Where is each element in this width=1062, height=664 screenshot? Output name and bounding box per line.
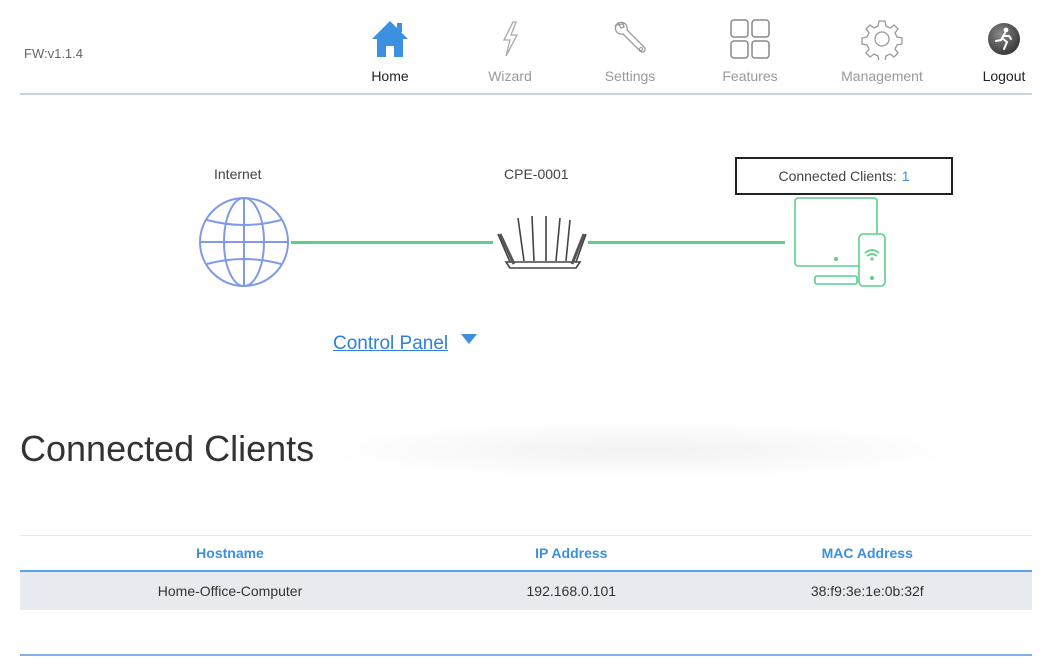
table-row[interactable]: Home-Office-Computer 192.168.0.101 38:f9… <box>20 571 1032 610</box>
nav-home-label: Home <box>371 68 409 84</box>
wrench-icon <box>614 21 646 53</box>
internet-label: Internet <box>214 166 262 182</box>
nav-management[interactable]: Management <box>832 14 932 84</box>
cell-mac-address: 38:f9:3e:1e:0b:32f <box>702 571 1032 610</box>
nav-settings-label: Settings <box>604 68 656 84</box>
nav-logout[interactable]: Logout <box>954 14 1054 84</box>
cell-ip-address: 192.168.0.101 <box>440 571 703 610</box>
cell-hostname: Home-Office-Computer <box>20 571 441 610</box>
device-label: CPE-0001 <box>504 166 569 182</box>
main-nav: Home Wizard Settings Features Management… <box>0 14 1062 94</box>
internet-link-line <box>291 241 493 244</box>
nav-features[interactable]: Features <box>700 14 800 84</box>
nav-wizard-label: Wizard <box>488 68 532 84</box>
nav-features-label: Features <box>722 68 778 84</box>
clients-devices-icon[interactable] <box>793 196 889 290</box>
nav-settings[interactable]: Settings <box>580 14 680 84</box>
lightning-icon <box>502 21 519 57</box>
section-title: Connected Clients <box>20 428 315 469</box>
globe-icon[interactable] <box>198 196 292 288</box>
table-header-row: Hostname IP Address MAC Address <box>20 535 1032 572</box>
nav-home[interactable]: Home <box>340 14 440 84</box>
gear-icon <box>861 20 903 60</box>
nav-management-label: Management <box>841 68 923 84</box>
nav-divider <box>20 93 1032 95</box>
router-icon[interactable] <box>496 212 588 272</box>
grid-icon <box>730 19 770 59</box>
clients-table: Hostname IP Address MAC Address Home-Off… <box>20 535 1032 610</box>
control-panel-link[interactable]: Control Panel <box>333 333 448 355</box>
col-hostname[interactable]: Hostname <box>20 535 441 572</box>
nav-wizard[interactable]: Wizard <box>460 14 560 84</box>
home-icon <box>372 21 408 57</box>
col-mac-address[interactable]: MAC Address <box>702 535 1032 572</box>
connected-clients-count[interactable]: 1 <box>902 168 910 184</box>
nav-logout-label: Logout <box>982 68 1026 84</box>
footer-divider <box>20 654 1032 656</box>
connected-clients-label: Connected Clients: <box>778 168 897 184</box>
caret-down-icon[interactable] <box>461 334 477 344</box>
logout-icon <box>988 23 1020 55</box>
connected-clients-box[interactable]: Connected Clients: 1 <box>735 157 953 195</box>
clients-link-line <box>588 241 785 244</box>
section-title-shadow <box>310 420 970 480</box>
col-ip-address[interactable]: IP Address <box>440 535 703 572</box>
